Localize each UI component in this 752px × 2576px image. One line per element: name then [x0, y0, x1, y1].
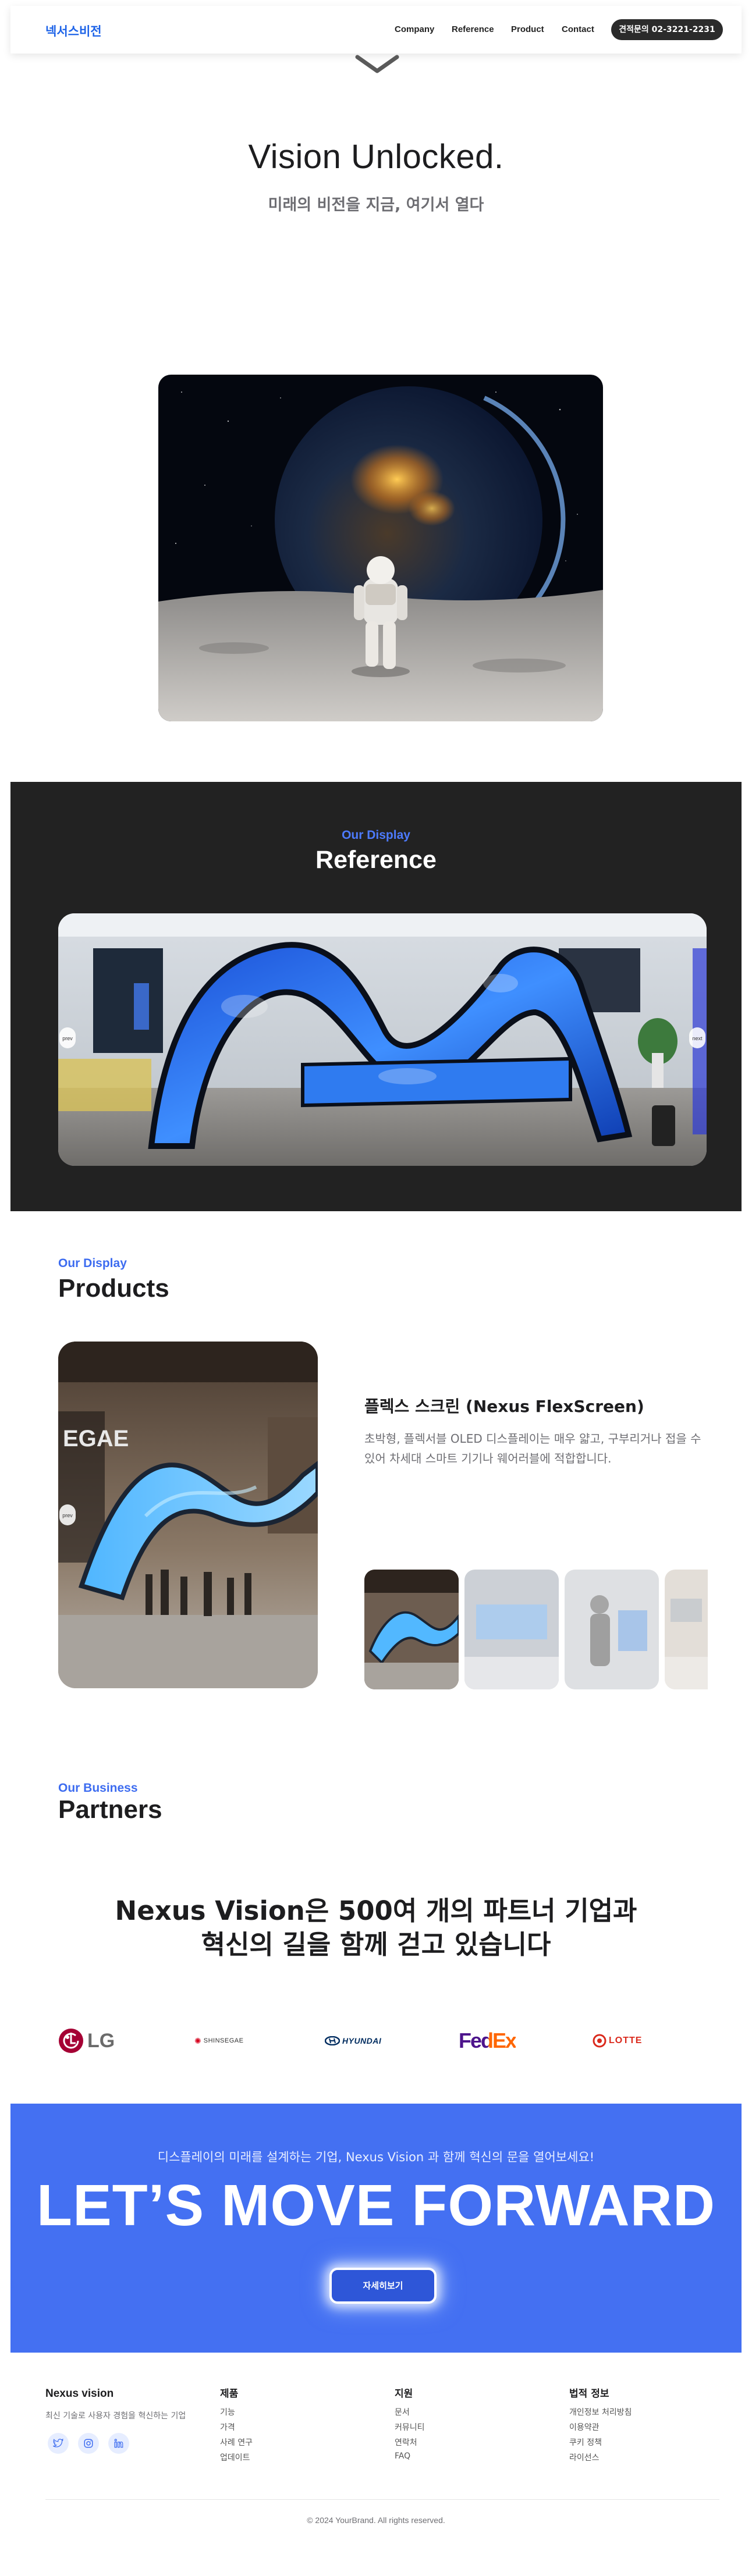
nav-link-company[interactable]: Company [395, 24, 434, 34]
products-eyebrow: Our Display [58, 1257, 127, 1270]
footer-divider [45, 2499, 719, 2500]
cta-headline: LET’S MOVE FORWARD [36, 2173, 716, 2238]
partner-logo-fedex: FedEx [459, 2024, 517, 2057]
partners-headline: Nexus Vision은 500여 개의 파트너 기업과 혁신의 길을 함께 … [0, 1894, 752, 1962]
footer-col-products-title: 제품 [220, 2388, 239, 2400]
instagram-icon[interactable] [78, 2433, 99, 2454]
chevron-left-icon: prev [62, 1513, 73, 1518]
hyundai-emblem-icon [325, 2036, 340, 2045]
reference-title: Reference [315, 846, 437, 874]
lotte-emblem-icon [593, 2034, 606, 2048]
chevron-right-icon: next [692, 1036, 703, 1041]
hero-subtitle: 미래의 비전을 지금, 여기서 열다 [268, 196, 484, 214]
nav-link-product[interactable]: Product [511, 24, 544, 34]
copyright-text: © 2024 YourBrand. All rights reserved. [307, 2515, 445, 2525]
footer-link[interactable]: 문서 [395, 2406, 410, 2418]
cta-banner: 디스플레이의 미래를 설계하는 기업, Nexus Vision 과 함께 혁신… [10, 2104, 742, 2353]
shinsegae-emblem-icon: ✺ [194, 2036, 201, 2045]
twitter-icon[interactable] [48, 2433, 69, 2454]
product-description: 초박형, 플렉서블 OLED 디스플레이는 매우 얇고, 구부리거나 접을 수 … [364, 1432, 701, 1465]
reference-prev-button[interactable]: prev [59, 1027, 76, 1048]
site-logo[interactable]: 넥서스비전 [45, 22, 102, 40]
hyundai-wordmark: HYUNDAI [342, 2036, 382, 2045]
footer-tagline: 최신 기술로 사용자 경험을 혁신하는 기업 [45, 2411, 186, 2421]
nav-link-contact[interactable]: Contact [562, 24, 594, 34]
top-navigation: 넥서스비전 Company Reference Product Contact … [10, 6, 742, 54]
fedex-wordmark: FedEx [459, 2029, 517, 2052]
products-title: Products [58, 1274, 169, 1303]
partners-title: Partners [58, 1795, 162, 1824]
footer-link[interactable]: 라이선스 [569, 2452, 600, 2463]
learn-more-button[interactable]: 자세히보기 [329, 2268, 437, 2304]
nav-link-reference[interactable]: Reference [452, 24, 494, 34]
partner-logo-hyundai: HYUNDAI [325, 2024, 381, 2057]
hero-title: Vision Unlocked. [248, 138, 504, 176]
footer-brand: Nexus vision [45, 2388, 114, 2400]
footer-link[interactable]: 이용약관 [569, 2421, 600, 2433]
svg-text:EGAE: EGAE [63, 1426, 129, 1451]
footer-link[interactable]: 연락처 [395, 2436, 417, 2448]
partner-logo-shinsegae: ✺ SHINSEGAE [194, 2024, 243, 2057]
product-thumbnail-1[interactable] [364, 1570, 459, 1689]
chevron-down-icon[interactable] [355, 55, 399, 74]
footer-link[interactable]: 가격 [220, 2421, 235, 2433]
footer-link[interactable]: 커뮤니티 [395, 2421, 425, 2433]
reference-eyebrow: Our Display [342, 828, 410, 842]
product-name: 플렉스 스크린 (Nexus FlexScreen) [364, 1397, 644, 1416]
footer-link[interactable]: FAQ [395, 2452, 410, 2461]
cta-subtitle: 디스플레이의 미래를 설계하는 기업, Nexus Vision 과 함께 혁신… [157, 2150, 595, 2164]
footer-link[interactable]: 사례 연구 [220, 2436, 253, 2448]
shinsegae-wordmark: SHINSEGAE [203, 2037, 244, 2044]
hero-astronaut-image [158, 375, 603, 721]
reference-next-button[interactable]: next [689, 1027, 705, 1048]
partner-logo-lotte: LOTTE [593, 2024, 642, 2057]
partners-headline-line1: Nexus Vision은 500여 개의 파트너 기업과 [115, 1895, 637, 1926]
chevron-left-icon: prev [62, 1036, 73, 1041]
partners-eyebrow: Our Business [58, 1781, 138, 1795]
lotte-wordmark: LOTTE [609, 2036, 643, 2045]
footer-link[interactable]: 업데이트 [220, 2452, 250, 2463]
footer-link[interactable]: 쿠키 정책 [569, 2436, 602, 2448]
lg-emblem-icon [59, 2029, 83, 2053]
product-thumbnail-3[interactable] [565, 1570, 659, 1689]
product-prev-button[interactable]: prev [59, 1504, 76, 1525]
reference-carousel-image[interactable]: prev next [58, 913, 707, 1166]
quote-contact-button[interactable]: 견적문의 02-3221-2231 [611, 19, 723, 40]
reference-section: Our Display Reference prev next [10, 782, 742, 1211]
footer-link[interactable]: 개인정보 처리방침 [569, 2406, 632, 2418]
product-thumbnail-2[interactable] [464, 1570, 559, 1689]
partner-logo-lg: LG [58, 2024, 115, 2057]
linkedin-icon[interactable] [108, 2433, 129, 2454]
product-thumbnail-4[interactable] [665, 1570, 708, 1689]
footer-col-legal-title: 법적 정보 [569, 2388, 609, 2400]
lg-wordmark: LG [87, 2029, 115, 2052]
partners-headline-line2: 혁신의 길을 함께 걷고 있습니다 [201, 1929, 551, 1960]
footer-col-support-title: 지원 [395, 2388, 413, 2400]
footer-link[interactable]: 기능 [220, 2406, 235, 2418]
product-main-image: EGAE prev [58, 1342, 318, 1688]
